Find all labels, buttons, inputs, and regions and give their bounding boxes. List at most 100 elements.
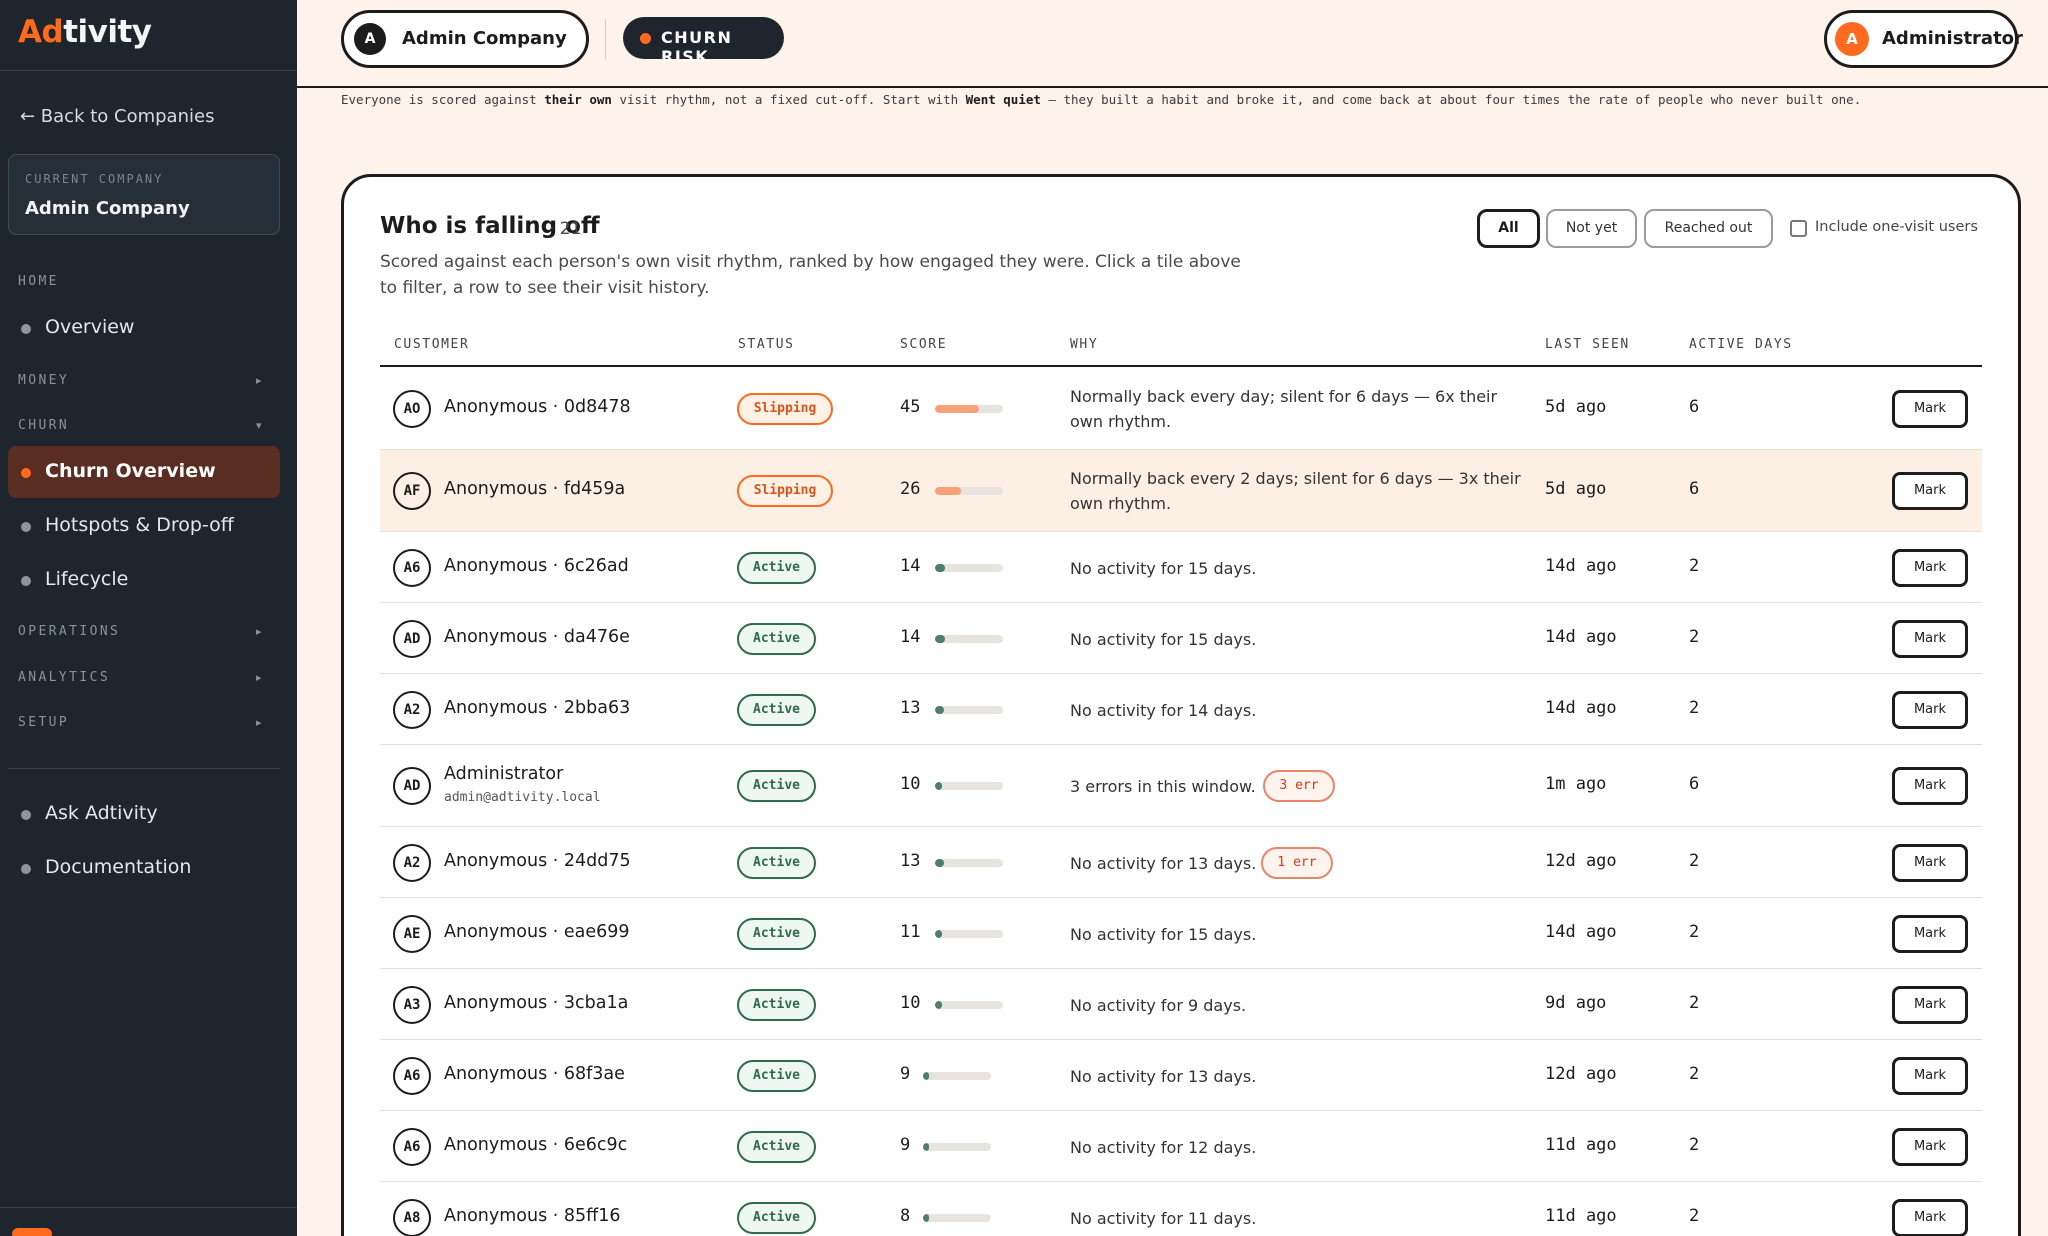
company-switcher-label: Admin Company	[402, 28, 567, 49]
customer-avatar: A2	[393, 690, 431, 729]
score-value: 8	[900, 1205, 911, 1226]
mark-button[interactable]: Mark	[1892, 690, 1968, 729]
filter-not-yet-button[interactable]: Not yet	[1546, 209, 1637, 248]
sidebar-item-overview[interactable]: Overview	[8, 302, 280, 354]
score-value: 14	[900, 626, 921, 647]
col-header-why[interactable]: WHY	[1070, 337, 1098, 352]
table-row[interactable]: A3 Anonymous · 3cba1a Active 10 No activity …	[380, 969, 1982, 1040]
mark-button[interactable]: Mark	[1892, 914, 1968, 953]
chevron-down-icon: ⌄	[554, 26, 570, 47]
card-count: · 21	[549, 219, 582, 239]
mark-button[interactable]: Mark	[1892, 1127, 1968, 1166]
mark-button[interactable]: Mark	[1892, 1198, 1968, 1236]
include-one-visit-checkbox[interactable]	[1790, 220, 1807, 237]
status-badge: Slipping	[737, 392, 833, 425]
why-text: No activity for 15 days.	[1070, 629, 1257, 649]
include-one-visit-label[interactable]: Include one-visit users	[1815, 219, 1978, 235]
customer-avatar: A3	[393, 985, 431, 1024]
section-operations[interactable]: OPERATIONS	[18, 624, 120, 639]
company-avatar: A	[354, 23, 386, 55]
mark-button[interactable]: Mark	[1892, 1056, 1968, 1095]
bullet-icon	[21, 522, 31, 532]
churn-risk-pill[interactable]: CHURN RISK	[623, 17, 784, 66]
mark-button[interactable]: Mark	[1892, 767, 1968, 805]
table-row[interactable]: A6 Anonymous · 68f3ae Active 9 No activity f…	[380, 1040, 1982, 1111]
score-value: 13	[900, 850, 921, 871]
last-seen-value: 14d ago	[1545, 626, 1617, 647]
status-badge: Active	[737, 622, 816, 655]
mark-button[interactable]: Mark	[1892, 548, 1968, 587]
score-bar	[923, 1071, 991, 1080]
score-bar-fill	[923, 1071, 929, 1080]
last-seen-value: 14d ago	[1545, 555, 1617, 576]
col-header-last-seen[interactable]: LAST SEEN	[1545, 337, 1630, 352]
sidebar-item-hotspots[interactable]: Hotspots & Drop-off	[8, 500, 280, 552]
adtivity-logo[interactable]: Adtivity	[18, 14, 152, 50]
last-seen-value: 1m ago	[1545, 774, 1607, 794]
active-days-value: 2	[1689, 1205, 1700, 1226]
filter-reached-out-button[interactable]: Reached out	[1644, 209, 1773, 248]
mark-button[interactable]: Mark	[1892, 843, 1968, 882]
customer-name: Anonymous · 6c26ad	[444, 555, 629, 576]
mark-button[interactable]: Mark	[1892, 389, 1968, 428]
section-churn[interactable]: CHURN	[18, 418, 69, 433]
col-header-customer[interactable]: CUSTOMER	[394, 337, 469, 352]
chevron-right-icon[interactable]: ▸	[256, 374, 262, 387]
status-badge: Active	[737, 551, 816, 584]
last-seen-value: 12d ago	[1545, 1063, 1617, 1084]
customer-avatar: AD	[393, 767, 431, 805]
section-setup[interactable]: SETUP	[18, 715, 69, 730]
score-bar	[935, 858, 1003, 867]
table-row[interactable]: A6 Anonymous · 6e6c9c Active 9 No activity f…	[380, 1111, 1982, 1182]
chevron-down-icon[interactable]: ▾	[256, 419, 262, 432]
table-row[interactable]: A2 Anonymous · 2bba63 Active 13 No activity …	[380, 674, 1982, 745]
sidebar-item-churn-overview[interactable]: Churn Overview	[8, 446, 280, 498]
mark-button[interactable]: Mark	[1892, 619, 1968, 658]
customer-name: Anonymous · fd459a	[444, 479, 626, 499]
score-bar	[935, 1000, 1003, 1009]
score-value: 9	[900, 1134, 911, 1155]
intro-text: Everyone is scored against their own vis…	[341, 92, 1862, 107]
back-to-companies-link[interactable]: ← Back to Companies	[20, 106, 214, 127]
table-row[interactable]: AE Anonymous · eae699 Active 11 No activity …	[380, 898, 1982, 969]
chevron-right-icon[interactable]: ▸	[256, 716, 262, 729]
score-bar-fill	[935, 634, 945, 643]
chevron-right-icon[interactable]: ▸	[256, 625, 262, 638]
chevron-right-icon[interactable]: ▸	[256, 671, 262, 684]
last-seen-value: 11d ago	[1545, 1134, 1617, 1155]
section-money[interactable]: MONEY	[18, 373, 69, 388]
last-seen-value: 5d ago	[1545, 396, 1607, 417]
bullet-icon	[21, 468, 31, 478]
col-header-score[interactable]: SCORE	[900, 337, 947, 352]
error-count-badge[interactable]: 3 err	[1263, 770, 1335, 802]
table-row[interactable]: A8 Anonymous · 85ff16 Active 8 No activity f…	[380, 1182, 1982, 1236]
error-count-badge[interactable]: 1 err	[1261, 846, 1333, 879]
section-analytics[interactable]: ANALYTICS	[18, 670, 110, 685]
score-value: 45	[900, 396, 921, 417]
company-switcher[interactable]: A Admin Company ⌄	[341, 10, 589, 68]
score-bar	[935, 634, 1003, 643]
table-row[interactable]: AD Anonymous · da476e Active 14 No activity …	[380, 603, 1982, 674]
user-menu[interactable]: A Administrator	[1824, 10, 2023, 68]
table-row[interactable]: AO Anonymous · 0d8478 Slipping 45 Normally b…	[380, 367, 1982, 450]
filter-all-button[interactable]: All	[1477, 209, 1540, 248]
col-header-status[interactable]: STATUS	[738, 337, 795, 352]
status-badge: Active	[737, 693, 816, 726]
why-text: No activity for 11 days.	[1070, 1208, 1257, 1228]
col-header-active-days[interactable]: ACTIVE DAYS	[1689, 337, 1793, 352]
sidebar-divider	[8, 768, 280, 769]
table-row[interactable]: AD Administrator admin@adtivity.local Activ…	[380, 745, 1982, 827]
bullet-icon	[21, 810, 31, 820]
sidebar-item-ask-adtivity[interactable]: Ask Adtivity	[8, 788, 280, 840]
table-row[interactable]: AF Anonymous · fd459a Slipping 26 Normally b…	[380, 450, 1982, 532]
status-badge: Active	[737, 1201, 816, 1234]
sidebar-footer-tab[interactable]	[12, 1228, 52, 1236]
mark-button[interactable]: Mark	[1892, 985, 1968, 1024]
sidebar-item-lifecycle[interactable]: Lifecycle	[8, 554, 280, 606]
table-row[interactable]: A6 Anonymous · 6c26ad Active 14 No activity …	[380, 532, 1982, 603]
current-company-box[interactable]: CURRENT COMPANY Admin Company	[8, 154, 280, 235]
sidebar-item-documentation[interactable]: Documentation	[8, 842, 280, 894]
mark-button[interactable]: Mark	[1892, 472, 1968, 510]
table-row[interactable]: A2 Anonymous · 24dd75 Active 13 No activity …	[380, 827, 1982, 898]
customer-avatar: AE	[393, 914, 431, 953]
